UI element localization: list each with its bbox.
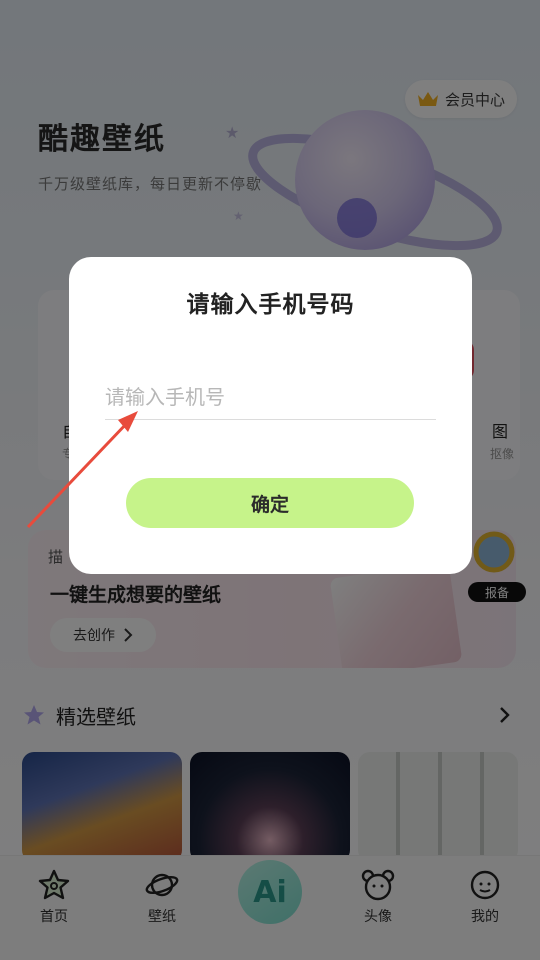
input-underline: [105, 419, 436, 420]
dialog-title: 请输入手机号码: [186, 292, 355, 318]
phone-number-input[interactable]: [105, 375, 435, 419]
phone-input-dialog: 请输入手机号码 确定: [69, 257, 472, 574]
confirm-button[interactable]: 确定: [126, 478, 414, 528]
